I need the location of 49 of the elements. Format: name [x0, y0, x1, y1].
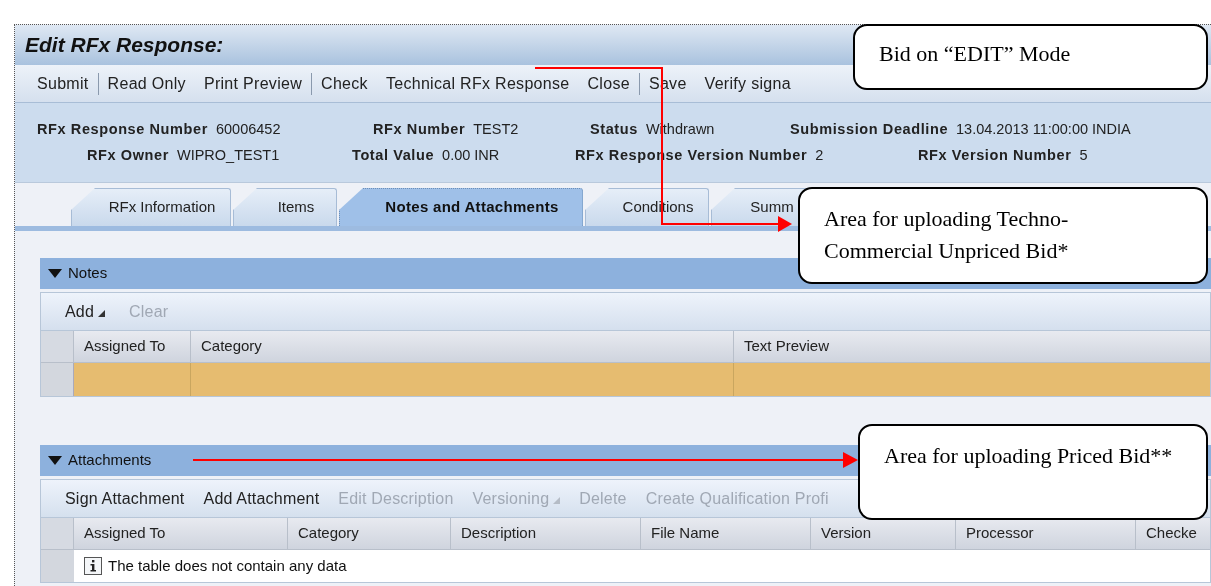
toolbar-button[interactable]: Verify signa	[695, 71, 800, 96]
tab[interactable]: Items	[233, 188, 337, 226]
column-header[interactable]: Assigned To	[74, 331, 191, 362]
row-selector[interactable]	[41, 363, 74, 396]
tab[interactable]: RFx Information	[71, 188, 231, 226]
section-title: Notes	[68, 263, 108, 284]
field-value: TEST2	[473, 119, 519, 139]
toolbar-button[interactable]: Submit	[28, 71, 98, 96]
empty-table-message: The table does not contain any data	[108, 555, 347, 576]
toolbar-button[interactable]: Add Attachment	[203, 486, 320, 511]
field-label: Status	[590, 119, 638, 139]
toolbar-button[interactable]: Technical RFx Response	[376, 71, 579, 96]
callout-tooltip: Area for uploading Priced Bid**	[858, 424, 1208, 520]
toolbar-button[interactable]: Read Only	[98, 71, 195, 96]
field-label: Submission Deadline	[790, 119, 949, 139]
caret-icon	[553, 497, 561, 504]
toolbar-button[interactable]: Close	[578, 71, 639, 96]
field-value: 2	[815, 145, 824, 165]
column-header[interactable]: Assigned To	[74, 518, 288, 549]
column-header[interactable]: Text Preview	[734, 331, 1211, 362]
window-title: Edit RFx Response:	[25, 32, 224, 59]
callout-tooltip: Area for uploading Techno-Commercial Unpriced Bid*	[798, 187, 1208, 284]
column-header[interactable]: Category	[191, 331, 734, 362]
column-header[interactable]: File Name	[641, 518, 811, 549]
section-title: Attachments	[68, 450, 152, 471]
tab[interactable]: Notes and Attachments	[339, 188, 583, 226]
field-label: Total Value	[352, 145, 435, 165]
field-label: RFx Number	[373, 119, 466, 139]
row-selector[interactable]	[41, 550, 74, 582]
callout-tooltip: Bid on “EDIT” Mode	[853, 24, 1208, 90]
field-value: 0.00 INR	[442, 145, 500, 165]
field-label: RFx Response Number	[37, 119, 208, 139]
field-value: WIPRO_TEST1	[176, 145, 280, 165]
toolbar-button[interactable]: Add	[65, 299, 106, 324]
field-value: 13.04.2013 11:00:00 INDIA	[956, 119, 1131, 139]
info-icon	[84, 557, 102, 575]
column-header[interactable]: Category	[288, 518, 451, 549]
toolbar-button[interactable]: Check	[312, 71, 377, 96]
collapse-triangle-icon	[48, 269, 62, 278]
field-label: RFx Owner	[87, 145, 169, 165]
collapse-triangle-icon	[48, 456, 62, 465]
field-label: RFx Version Number	[918, 145, 1072, 165]
table-row[interactable]	[41, 363, 1210, 396]
field-value: 5	[1079, 145, 1088, 165]
caret-icon	[98, 310, 106, 317]
column-header[interactable]: Description	[451, 518, 641, 549]
toolbar-button[interactable]: Sign Attachment	[65, 486, 185, 511]
field-value: 60006452	[215, 119, 281, 139]
toolbar-button[interactable]: Print Preview	[194, 71, 312, 96]
